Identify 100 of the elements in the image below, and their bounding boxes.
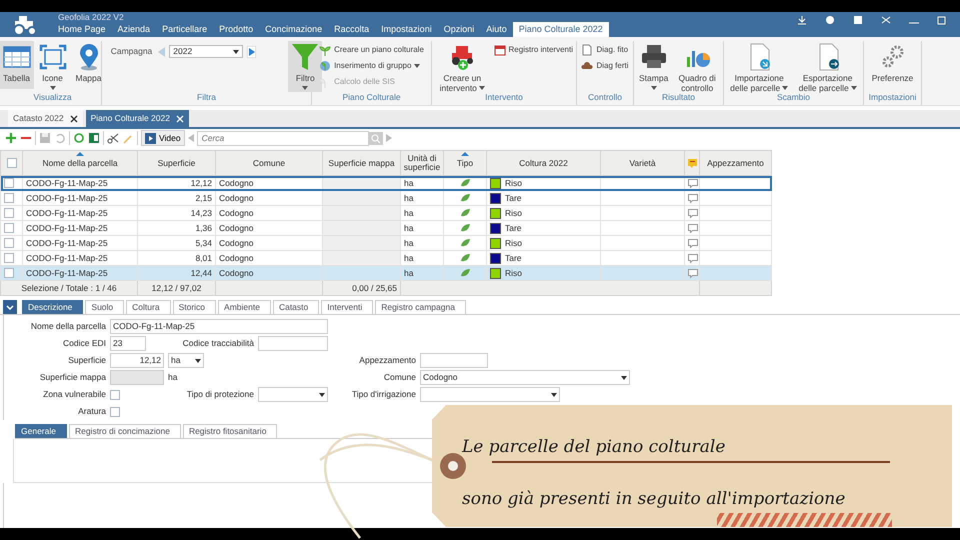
table-cell: ha bbox=[400, 220, 444, 236]
ribbon-button[interactable]: Stampa bbox=[636, 41, 672, 92]
table-row[interactable]: CODO-Fg-11-Map-25 14,23 Codogno ha Riso bbox=[0, 206, 772, 220]
row-checkbox[interactable] bbox=[4, 238, 14, 248]
sub-tab[interactable]: Generale bbox=[15, 424, 67, 438]
menu-tab[interactable]: Azienda bbox=[112, 22, 156, 37]
ribbon-button[interactable]: Tabella bbox=[0, 41, 34, 89]
detail-tab[interactable]: Suolo bbox=[85, 300, 124, 314]
table-row[interactable]: CODO-Fg-11-Map-25 5,34 Codogno ha Riso bbox=[0, 236, 772, 250]
document-tab[interactable]: Piano Colturale 2022 bbox=[86, 110, 189, 127]
column-header[interactable]: Nome della parcella bbox=[22, 150, 138, 176]
document-tab[interactable]: Catasto 2022 bbox=[8, 110, 83, 127]
column-header[interactable]: Comune bbox=[216, 150, 322, 176]
group-label: Controllo bbox=[586, 91, 624, 104]
ribbon-button[interactable]: Diag. fito bbox=[580, 43, 630, 57]
save-icon[interactable] bbox=[39, 132, 51, 144]
menu-tab[interactable]: Aiuto bbox=[480, 22, 513, 37]
sub-tab[interactable]: Registro fitosanitario bbox=[182, 424, 278, 438]
detail-tab[interactable]: Descrizione bbox=[22, 300, 84, 314]
menu-tab[interactable]: Particellare bbox=[156, 22, 214, 37]
row-checkbox[interactable] bbox=[4, 253, 14, 264]
table-cell: CODO-Fg-11-Map-25 bbox=[22, 266, 138, 280]
checkbox[interactable] bbox=[110, 390, 120, 400]
detail-tab[interactable]: Storico bbox=[172, 300, 216, 314]
column-header[interactable]: Unità di superficie bbox=[400, 150, 444, 176]
ribbon-button[interactable]: Importazione delle parcelle bbox=[726, 41, 792, 95]
sprout-icon bbox=[319, 44, 332, 56]
column-header[interactable]: Superficie bbox=[138, 150, 216, 176]
column-header[interactable]: Coltura 2022 bbox=[486, 150, 600, 176]
previous-arrow-icon[interactable] bbox=[188, 134, 194, 142]
column-header[interactable]: Superficie mappa bbox=[322, 150, 400, 176]
input-field[interactable] bbox=[258, 336, 328, 351]
detail-tab[interactable]: Ambiente bbox=[218, 300, 271, 314]
checkbox[interactable] bbox=[110, 406, 120, 416]
column-header[interactable]: Varietà bbox=[600, 150, 684, 176]
detail-tab[interactable]: Coltura bbox=[126, 300, 171, 314]
field-label: Superficie mappa bbox=[38, 371, 106, 384]
detail-tab[interactable]: Interventi bbox=[321, 300, 374, 314]
menu-tab[interactable]: Impostazioni bbox=[375, 22, 438, 37]
table-row[interactable]: CODO-Fg-11-Map-25 2,15 Codogno ha Tare bbox=[0, 190, 772, 206]
input-field[interactable]: CODO-Fg-11-Map-25 bbox=[110, 319, 328, 334]
ribbon-button[interactable]: Filtro bbox=[288, 41, 322, 92]
crop-name: Tare bbox=[505, 222, 522, 232]
sub-tab[interactable]: Registro di concimazione bbox=[68, 424, 181, 438]
row-checkbox[interactable] bbox=[4, 178, 14, 188]
ribbon-button[interactable]: Diag ferti bbox=[580, 59, 630, 73]
detail-tab[interactable]: Registro campagna bbox=[375, 300, 466, 314]
next-arrow-icon[interactable] bbox=[386, 134, 392, 142]
dropdown-field[interactable] bbox=[420, 387, 560, 402]
dropdown-field[interactable] bbox=[258, 387, 328, 402]
row-checkbox[interactable] bbox=[4, 268, 14, 278]
column-header[interactable]: Appezzamento bbox=[700, 150, 772, 176]
menu-tab[interactable]: Home Page bbox=[52, 22, 112, 37]
menu-tab[interactable]: Piano Colturale 2022 bbox=[512, 22, 609, 37]
ribbon-button[interactable]: Preferenze bbox=[868, 41, 916, 89]
table-row[interactable]: CODO-Fg-11-Map-25 12,12 Codogno ha Riso bbox=[0, 176, 772, 190]
tag-text: sono già presenti in seguito all'importazione bbox=[462, 488, 846, 511]
header-checkbox[interactable] bbox=[6, 158, 16, 168]
dropdown-field[interactable]: Codogno bbox=[420, 370, 630, 385]
undo-icon[interactable] bbox=[54, 132, 66, 144]
search-icon[interactable] bbox=[368, 132, 383, 144]
column-header[interactable]: Tipo bbox=[444, 150, 486, 176]
table-cell: Codogno bbox=[216, 190, 322, 206]
row-checkbox[interactable] bbox=[4, 223, 14, 234]
ribbon-button[interactable]: Esportazione delle parcelle bbox=[794, 41, 861, 95]
scissors-icon[interactable] bbox=[107, 132, 119, 144]
spreadsheet-icon[interactable] bbox=[88, 132, 100, 144]
detail-tab[interactable]: Catasto bbox=[272, 300, 320, 314]
video-button[interactable]: Video bbox=[141, 130, 185, 146]
restore-icon[interactable] bbox=[936, 15, 948, 25]
refresh-icon[interactable] bbox=[73, 132, 85, 144]
close-icon[interactable] bbox=[70, 114, 78, 122]
plus-icon[interactable] bbox=[5, 132, 17, 144]
row-checkbox[interactable] bbox=[4, 193, 14, 204]
previous-arrow-icon[interactable] bbox=[158, 46, 166, 56]
ribbon-button[interactable]: Registro interventi bbox=[492, 43, 574, 57]
table-cell: 1,36 bbox=[138, 220, 216, 236]
export-icon[interactable] bbox=[796, 15, 808, 25]
square-icon[interactable] bbox=[852, 15, 864, 25]
table-row[interactable]: CODO-Fg-11-Map-25 1,36 Codogno ha Tare bbox=[0, 220, 772, 236]
video-icon bbox=[145, 132, 156, 144]
caret-icon bbox=[621, 376, 627, 380]
ribbon-button[interactable]: Mappa bbox=[72, 41, 106, 89]
menu-tab[interactable]: Concimazione bbox=[259, 22, 328, 37]
note-icon bbox=[688, 158, 696, 168]
cloud-icon bbox=[581, 60, 594, 72]
ribbon-button[interactable]: Icone bbox=[36, 41, 70, 92]
next-arrow-icon[interactable] bbox=[247, 46, 256, 58]
row-checkbox[interactable] bbox=[4, 208, 14, 218]
year-dropdown[interactable]: 2022 bbox=[169, 45, 244, 58]
search-field[interactable]: Cerca bbox=[196, 130, 369, 146]
menu-tab[interactable]: Opzioni bbox=[438, 22, 480, 37]
collapse-button[interactable] bbox=[3, 300, 17, 314]
menu-tab[interactable]: Raccolta bbox=[328, 22, 376, 37]
unit-dropdown[interactable]: ha bbox=[168, 353, 204, 368]
table-row[interactable]: CODO-Fg-11-Map-25 12,44 Codogno ha Riso bbox=[0, 266, 772, 280]
input-field[interactable] bbox=[420, 353, 488, 368]
menu-tab[interactable]: Prodotto bbox=[213, 22, 260, 37]
input-field[interactable]: 12,12 bbox=[110, 353, 164, 368]
input-field[interactable]: 23 bbox=[110, 336, 146, 351]
